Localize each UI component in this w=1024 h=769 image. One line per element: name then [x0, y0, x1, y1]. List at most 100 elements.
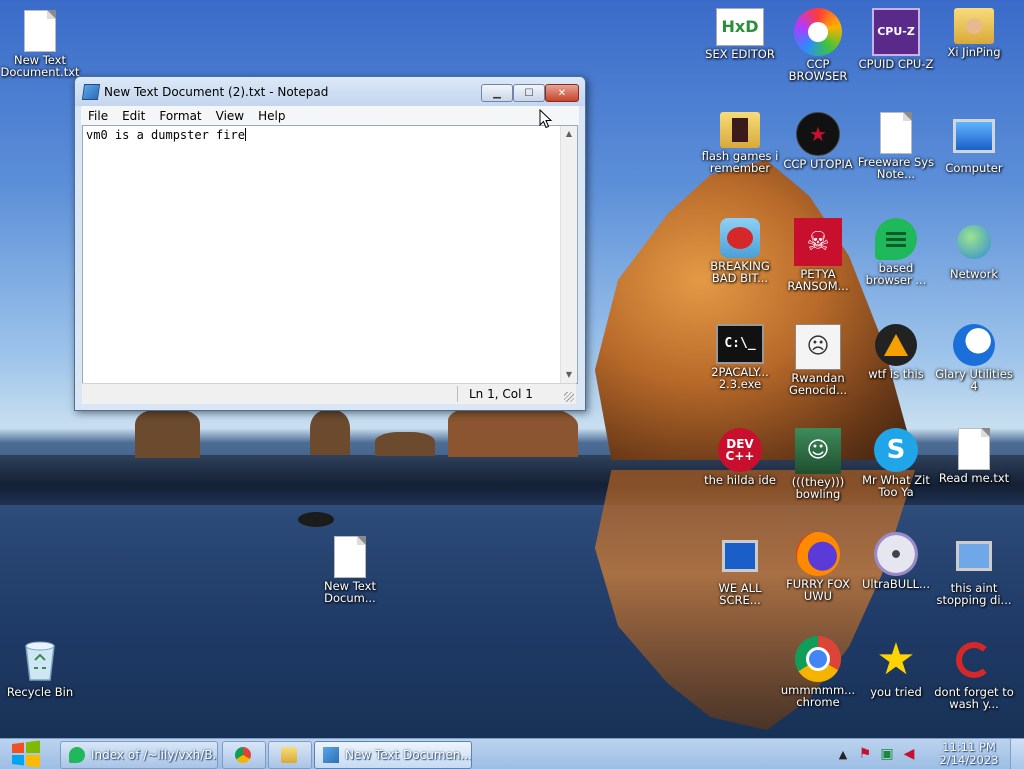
scroll-down-icon[interactable]: ▼: [561, 367, 577, 383]
text-file-icon: [958, 428, 990, 470]
folder-icon: [281, 747, 297, 763]
disc-icon: [874, 532, 918, 576]
system-tray: ▲ ⚑ ▣ ◀: [832, 739, 920, 769]
notepad-window[interactable]: New Text Document (2).txt - Notepad ▁ ☐ …: [74, 76, 586, 411]
window-title: New Text Document (2).txt - Notepad: [104, 85, 329, 99]
desktop-icon-glary-utilities[interactable]: Glary Utilities 4: [934, 324, 1014, 392]
desktop-icon-label: Xi JinPing: [947, 45, 1001, 59]
folder-icon: [720, 112, 760, 148]
wallpaper-rock: [448, 405, 578, 457]
wallpaper-rock: [135, 410, 200, 458]
show-desktop-button[interactable]: [1010, 739, 1024, 769]
scroll-up-icon[interactable]: ▲: [561, 126, 577, 142]
desktop-icon-label: wtf is this: [868, 367, 924, 381]
close-button[interactable]: ✕: [545, 84, 579, 102]
maximize-icon: ☐: [524, 87, 534, 99]
volume-muted-icon[interactable]: ◀: [901, 746, 917, 762]
desktop-icon-label: dont forget to wash y...: [934, 685, 1014, 711]
text-file-icon: [334, 536, 366, 578]
desktop-icon-label: the hilda ide: [704, 473, 776, 487]
desktop-icon-network[interactable]: Network: [934, 218, 1014, 280]
action-center-flag-icon[interactable]: ⚑: [857, 746, 873, 762]
desktop-icon-new-text-document[interactable]: New Text Document.txt: [0, 10, 80, 78]
desktop-icon-wtf-is-this[interactable]: wtf is this: [856, 324, 936, 380]
wallpaper-rock: [298, 512, 334, 527]
firefox-icon: [796, 532, 840, 576]
taskbar-button-label: New Text Documen...: [345, 748, 472, 762]
minimize-icon: ▁: [493, 87, 501, 99]
menu-file[interactable]: File: [81, 109, 115, 123]
mouse-cursor-icon: [539, 109, 553, 129]
desktop-icon-rwandan-genocid[interactable]: ☹ Rwandan Genocid...: [778, 324, 858, 396]
taskbar-pin-explorer[interactable]: [268, 741, 312, 769]
desktop-icon-recycle-bin[interactable]: Recycle Bin: [0, 636, 80, 698]
taskbar-button-notepad[interactable]: New Text Documen...: [314, 741, 472, 769]
recycle-bin-icon: [16, 636, 64, 684]
desktop-icon-they-bowling[interactable]: ☺ (((they))) bowling: [778, 428, 858, 500]
text-caret: [244, 128, 246, 141]
desktop-icon-new-text-document-2[interactable]: New Text Docum...: [310, 536, 390, 604]
desktop-icon-dont-forget[interactable]: dont forget to wash y...: [934, 636, 1014, 710]
computer-icon: [950, 112, 998, 160]
desktop-icon-flash-games[interactable]: flash games i remember: [700, 112, 780, 174]
taskbar-button-index-browser[interactable]: Index of /~lily/vxh/B...: [60, 741, 218, 769]
menu-edit[interactable]: Edit: [115, 109, 152, 123]
desktop-icon-the-hilda-ide[interactable]: DEV C++ the hilda ide: [700, 428, 780, 486]
desktop-icon-based-browser[interactable]: based browser ...: [856, 218, 936, 286]
desktop-icon-label: WE ALL SCRE...: [718, 581, 762, 607]
ccleaner-icon: [950, 636, 998, 684]
clock-date: 2/14/2023: [939, 753, 999, 767]
vertical-scrollbar[interactable]: ▲ ▼: [560, 126, 577, 383]
desktop-icon-label: Read me.txt: [938, 471, 1010, 485]
desktop-icon-breaking-bad-bit[interactable]: BREAKING BAD BIT...: [700, 218, 780, 284]
menu-format[interactable]: Format: [152, 109, 208, 123]
desktop-icon-you-tried[interactable]: ★ you tried: [856, 636, 936, 699]
start-button[interactable]: [4, 740, 48, 768]
network-icon[interactable]: ▣: [879, 746, 895, 762]
desktop-icon-freeware-sys-note[interactable]: Freeware Sys Note...: [856, 112, 936, 180]
menu-view[interactable]: View: [209, 109, 251, 123]
menu-help[interactable]: Help: [251, 109, 292, 123]
desktop-icon-cpuid-cpu-z[interactable]: CPU-Z CPUID CPU-Z: [856, 8, 936, 70]
desktop-icon-label: ummmmm... chrome: [780, 683, 856, 709]
notepad-titlebar[interactable]: New Text Document (2).txt - Notepad ▁ ☐ …: [75, 77, 585, 106]
desktop-icon-ccp-utopia[interactable]: ★ CCP UTOPIA: [778, 112, 858, 170]
meme-face-icon: ☹: [795, 324, 841, 370]
resize-grip-icon[interactable]: [564, 392, 574, 402]
desktop-icon-label: you tried: [870, 685, 922, 699]
maximize-button[interactable]: ☐: [513, 84, 545, 102]
desktop-icon-chrome[interactable]: ummmmm... chrome: [778, 636, 858, 708]
desktop-icon-2pacaly[interactable]: C:\_ 2PACALY... 2.3.exe: [700, 324, 780, 390]
desktop-icon-ultrabull[interactable]: UltraBULL...: [856, 532, 936, 590]
desktop-icon-label: this aint stopping di...: [936, 581, 1012, 607]
close-icon: ✕: [557, 87, 567, 99]
desktop-icon-label: Rwandan Genocid...: [788, 371, 848, 397]
chat-bubble-icon: [69, 747, 85, 763]
desktop-icon-label: PETYA RANSOM...: [787, 267, 849, 293]
desktop-icon-label: Mr What Zit Too Ya: [862, 473, 930, 499]
wallpaper-rock: [375, 432, 435, 456]
desktop-icon-we-all-scre[interactable]: WE ALL SCRE...: [700, 532, 780, 606]
desktop-icon-this-aint-stopping[interactable]: this aint stopping di...: [934, 532, 1014, 606]
desktop-icon-read-me[interactable]: Read me.txt: [934, 428, 1014, 484]
computer-icon: [716, 532, 764, 580]
desktop-icon-label: (((they))) bowling: [791, 475, 845, 501]
desktop-icon-computer[interactable]: Computer: [934, 112, 1014, 174]
taskbar-pin-chrome[interactable]: [222, 741, 266, 769]
desktop-icon-petya-ransom[interactable]: ☠ PETYA RANSOM...: [778, 218, 858, 292]
skull-icon: ☠: [794, 218, 842, 266]
desktop-icon-furry-fox-uwu[interactable]: FURRY FOX UWU: [778, 532, 858, 602]
desktop-icon-label: CCP BROWSER: [788, 57, 848, 83]
desktop-icon-ccp-browser[interactable]: CCP BROWSER: [778, 8, 858, 82]
show-hidden-icons-icon[interactable]: ▲: [835, 746, 851, 762]
taskbar-clock[interactable]: 11:11 PM 2/14/2023: [934, 741, 1004, 767]
desktop-icon-xi-jinping[interactable]: Xi JinPing: [934, 8, 1014, 58]
dev-cpp-icon: DEV C++: [718, 428, 762, 472]
desktop-icon-mr-what-zit[interactable]: S Mr What Zit Too Ya: [856, 428, 936, 498]
desktop-icon-sex-editor[interactable]: HxD SEX EDITOR: [700, 8, 780, 60]
desktop-icon-label: Glary Utilities 4: [935, 367, 1013, 393]
chat-bubble-icon: [875, 218, 917, 260]
text-editor-area[interactable]: vm0 is a dumpster fire ▲ ▼: [82, 125, 578, 384]
wallpaper-haystack-rock: [594, 160, 915, 460]
minimize-button[interactable]: ▁: [481, 84, 513, 102]
